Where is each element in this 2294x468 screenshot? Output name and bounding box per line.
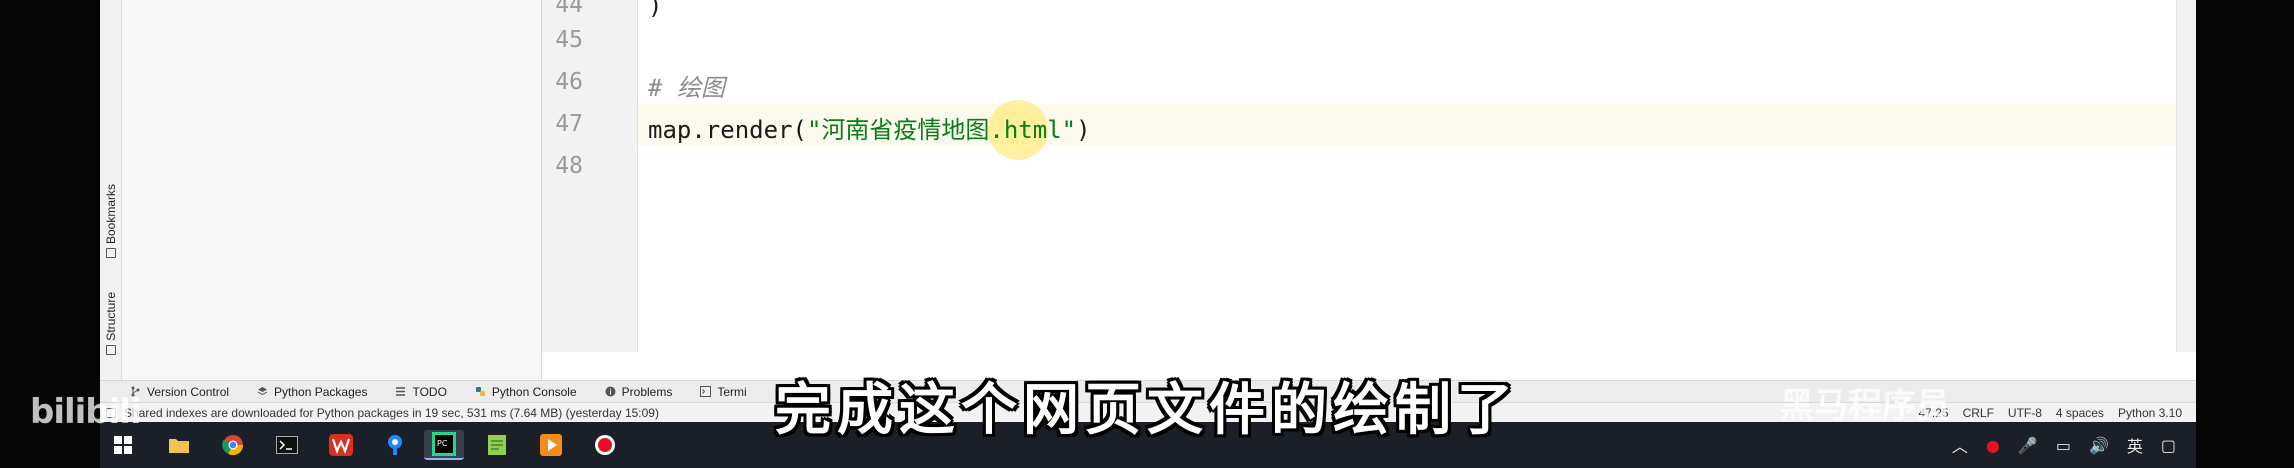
code-line-44: ) xyxy=(648,0,663,20)
line-number: 45 xyxy=(555,27,583,53)
code-editor[interactable]: ) # 绘图 map.render("河南省疫情地图.html") xyxy=(638,0,2176,352)
bookmark-icon xyxy=(106,248,116,259)
structure-tab[interactable]: Structure xyxy=(101,292,121,355)
code-call: map.render( xyxy=(648,116,807,144)
code-line-46-comment: # 绘图 xyxy=(648,74,725,102)
line-number-gutter: 44 45 46 47 48 xyxy=(542,0,638,352)
bookmarks-tab-label: Bookmarks xyxy=(104,184,118,245)
code-close-paren: ) xyxy=(1076,116,1091,144)
left-tool-stripe: Bookmarks Structure xyxy=(100,0,122,380)
bookmarks-tab[interactable]: Bookmarks xyxy=(101,184,121,259)
code-string: "河南省疫情地图.html" xyxy=(806,116,1077,144)
structure-icon xyxy=(106,344,116,355)
structure-tab-label: Structure xyxy=(104,292,118,341)
project-panel xyxy=(122,0,542,380)
pycharm-window: Bookmarks Structure 44 45 46 47 48 ) # 绘… xyxy=(100,0,2196,422)
line-number: 48 xyxy=(555,153,583,179)
line-number: 44 xyxy=(555,0,583,18)
editor-scrollbar[interactable] xyxy=(2176,0,2196,352)
line-number: 46 xyxy=(555,69,583,95)
code-line-47: map.render("河南省疫情地图.html") xyxy=(648,110,1091,145)
line-number: 47 xyxy=(555,111,583,137)
video-subtitle: 完成这个网页文件的绘制了 xyxy=(775,378,1519,443)
